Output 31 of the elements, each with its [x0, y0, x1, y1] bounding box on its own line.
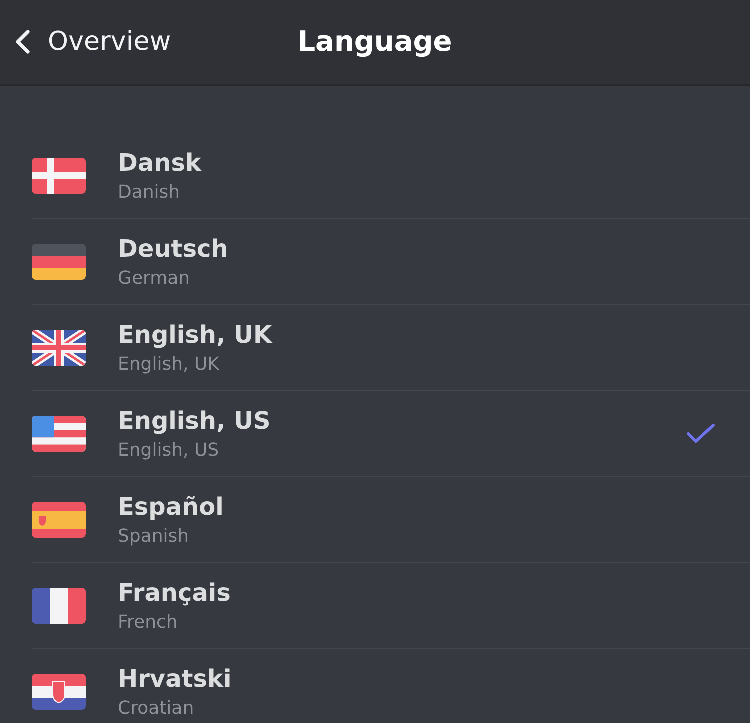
language-english-name: French: [118, 612, 179, 634]
language-english-name: Croatian: [118, 698, 196, 720]
language-english-name: German: [118, 268, 192, 290]
language-row[interactable]: Español Spanish: [0, 477, 750, 562]
language-row[interactable]: Hrvatski Croatian: [0, 649, 750, 723]
flag-icon: [32, 674, 86, 710]
language-english-name: English, UK: [118, 354, 221, 376]
page-title: Language: [296, 25, 454, 59]
back-button[interactable]: Overview: [0, 22, 176, 62]
language-row[interactable]: Dansk Danish: [0, 133, 750, 218]
language-name: Deutsch: [118, 234, 230, 264]
language-english-name: English, US: [118, 440, 220, 462]
language-name: Español: [118, 492, 225, 522]
language-english-name: Danish: [118, 182, 182, 204]
language-name: Hrvatski: [118, 664, 233, 694]
flag-icon: [32, 416, 86, 452]
language-name: English, UK: [118, 320, 274, 350]
language-row[interactable]: English, UK English, UK: [0, 305, 750, 390]
flag-icon: [32, 158, 86, 194]
language-row[interactable]: Français French: [0, 563, 750, 648]
flag-icon: [32, 330, 86, 366]
language-name: Dansk: [118, 148, 203, 178]
flag-icon: [32, 588, 86, 624]
language-name: Français: [118, 578, 232, 608]
language-english-name: Spanish: [118, 526, 190, 548]
language-row[interactable]: Deutsch German: [0, 219, 750, 304]
language-row[interactable]: English, US English, US: [0, 391, 750, 476]
language-name: English, US: [118, 406, 272, 436]
flag-icon: [32, 502, 86, 538]
back-chevron-icon: [15, 30, 31, 54]
flag-icon: [32, 244, 86, 280]
